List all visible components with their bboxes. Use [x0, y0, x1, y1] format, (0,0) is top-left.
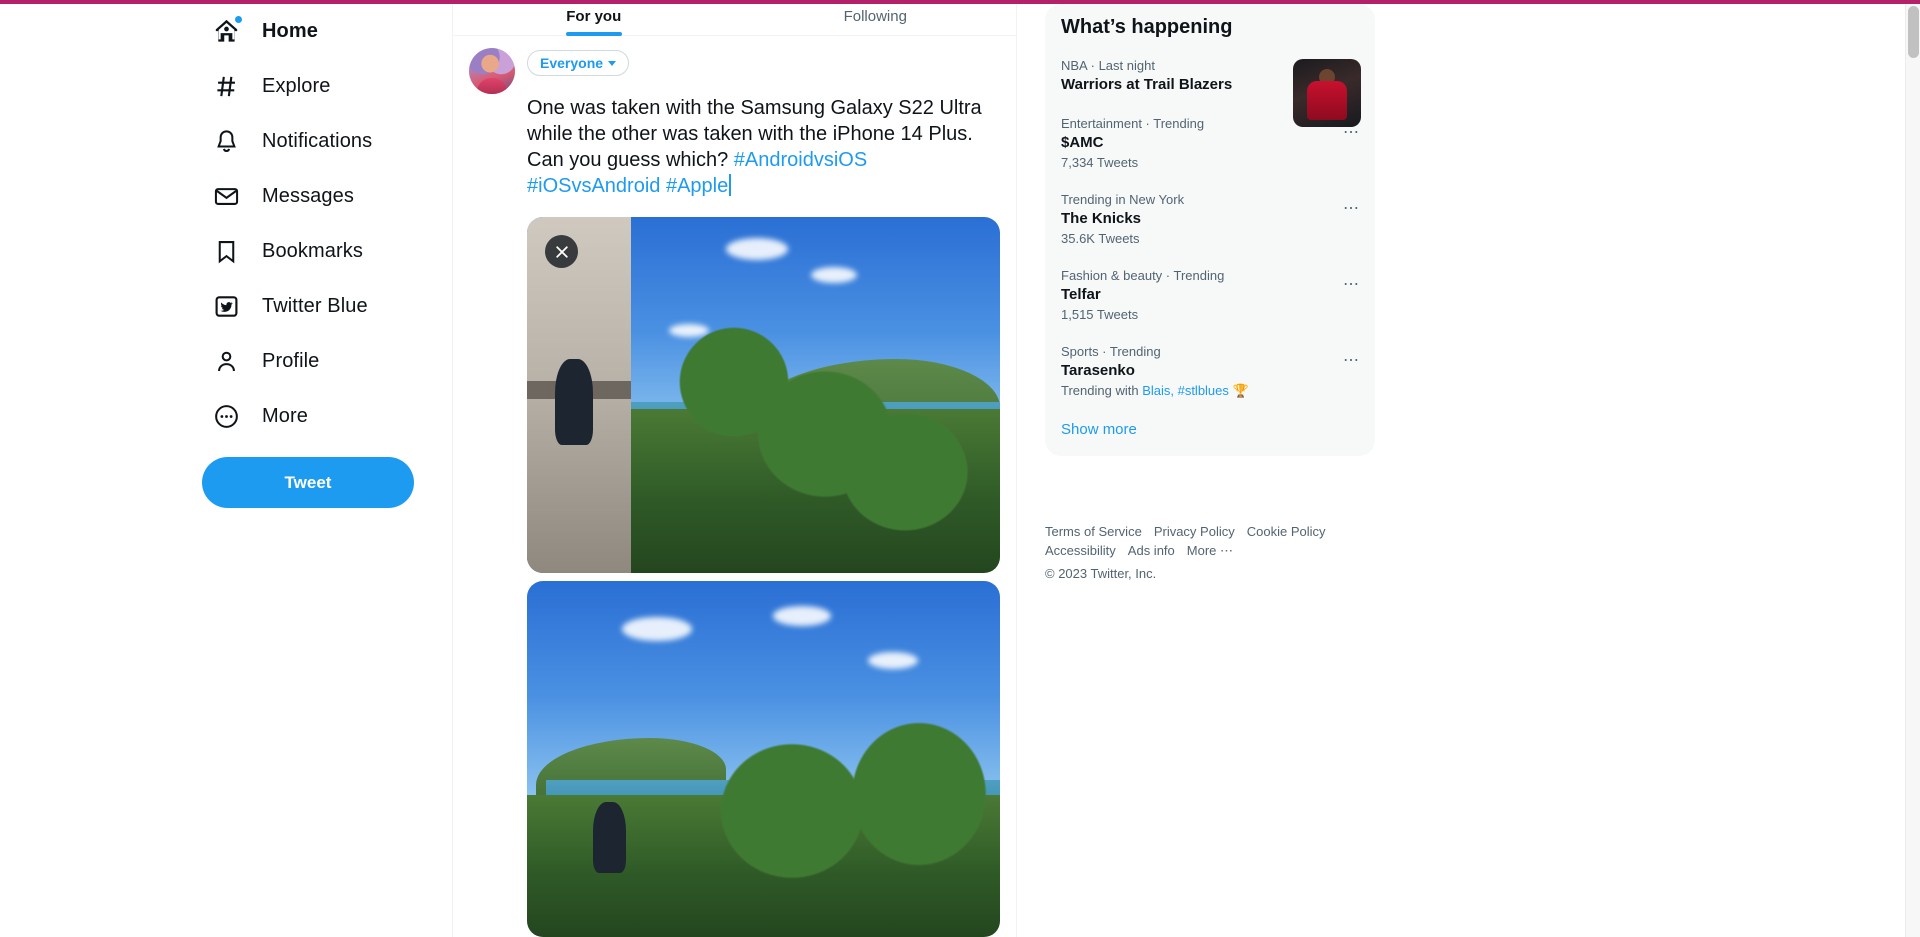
- more-circle-icon: [210, 401, 242, 433]
- whats-happening-title: What’s happening: [1061, 16, 1233, 38]
- home-icon: [210, 14, 243, 48]
- sidebar-item-label-more: More: [262, 405, 308, 427]
- right-sidebar: What’s happening NBA · Last night Warrio…: [1017, 4, 1920, 937]
- trend-category: Sports · Trending: [1061, 344, 1161, 359]
- footer-link-accessibility[interactable]: Accessibility: [1045, 541, 1116, 560]
- tweet-text-input[interactable]: One was taken with the Samsung Galaxy S2…: [527, 95, 1000, 199]
- media-item-1[interactable]: [527, 217, 1000, 573]
- composer-media: [527, 217, 1000, 937]
- trend-count: 35.6K Tweets: [1061, 231, 1140, 246]
- timeline-tabs: For you Following: [453, 4, 1016, 36]
- trend-item-amc[interactable]: Entertainment · Trending $AMC 7,334 Twee…: [1045, 105, 1375, 181]
- timeline-column: For you Following Everyone One was taken…: [452, 4, 1017, 937]
- chevron-down-icon: [608, 60, 617, 66]
- footer: Terms of Service Privacy Policy Cookie P…: [1045, 522, 1385, 583]
- remove-media-button[interactable]: [545, 235, 578, 268]
- page-scrollbar-track[interactable]: [1905, 4, 1920, 937]
- trend-item-warriors[interactable]: NBA · Last night Warriors at Trail Blaze…: [1045, 47, 1375, 127]
- bell-icon: [210, 126, 242, 158]
- sidebar-item-explore[interactable]: Explore: [200, 59, 345, 114]
- sidebar-item-bookmarks[interactable]: Bookmarks: [200, 224, 377, 279]
- twitter-blue-icon: [210, 291, 242, 323]
- media-item-2[interactable]: [527, 581, 1000, 937]
- footer-links-row-2: Accessibility Ads info More ⋯: [1045, 541, 1385, 560]
- sidebar-item-label-home: Home: [262, 20, 318, 42]
- tab-for-you[interactable]: For you: [453, 4, 735, 36]
- hashtag-iosvsandroid[interactable]: #iOSvsAndroid: [527, 175, 660, 197]
- tweet-button[interactable]: Tweet: [202, 457, 414, 508]
- whats-happening-card: What’s happening NBA · Last night Warrio…: [1045, 4, 1375, 456]
- page-scrollbar-thumb[interactable]: [1908, 6, 1919, 58]
- trending-with-links[interactable]: Blais, #stlblues: [1142, 383, 1229, 398]
- sidebar-item-more[interactable]: More: [200, 389, 322, 444]
- more-options-icon[interactable]: ⋯: [1337, 195, 1365, 223]
- footer-link-cookie[interactable]: Cookie Policy: [1247, 522, 1326, 541]
- trend-name: The Knicks: [1061, 210, 1142, 227]
- trending-with: Trending with Blais, #stlblues 🏆: [1061, 382, 1335, 399]
- more-options-icon[interactable]: ⋯: [1337, 347, 1365, 375]
- trend-count: 1,515 Tweets: [1061, 307, 1139, 322]
- more-options-icon[interactable]: ⋯: [1337, 119, 1365, 147]
- sidebar-item-messages[interactable]: Messages: [200, 169, 368, 224]
- trend-name: $AMC: [1061, 134, 1104, 151]
- more-options-icon[interactable]: ⋯: [1337, 271, 1365, 299]
- close-icon: [555, 245, 568, 258]
- trend-item-knicks[interactable]: Trending in New York The Knicks 35.6K Tw…: [1045, 181, 1375, 257]
- media-photo-2: [527, 581, 1000, 937]
- trend-item-tarasenko[interactable]: Sports · Trending Tarasenko Trending wit…: [1045, 333, 1375, 409]
- show-more-link[interactable]: Show more: [1045, 409, 1375, 450]
- footer-link-terms[interactable]: Terms of Service: [1045, 522, 1142, 541]
- trend-name: Tarasenko: [1061, 362, 1135, 379]
- sidebar-item-home[interactable]: Home: [200, 4, 332, 59]
- bookmark-icon: [210, 236, 242, 268]
- text-caret: [729, 174, 731, 196]
- trend-name: Warriors at Trail Blazers: [1061, 76, 1233, 93]
- trend-category: Trending in New York: [1061, 192, 1185, 207]
- envelope-icon: [210, 181, 242, 213]
- sidebar-item-label-messages: Messages: [262, 185, 354, 207]
- tab-active-indicator: [565, 32, 622, 36]
- trend-count: 7,334 Tweets: [1061, 155, 1139, 170]
- trend-name: Telfar: [1061, 286, 1101, 303]
- footer-link-more[interactable]: More ⋯: [1187, 541, 1233, 560]
- tab-label-for-you: For you: [566, 8, 622, 25]
- hashtag-apple[interactable]: #Apple: [666, 175, 728, 197]
- composer-body: Everyone One was taken with the Samsung …: [527, 48, 1000, 937]
- trend-category: Entertainment · Trending: [1061, 116, 1205, 131]
- audience-selector[interactable]: Everyone: [527, 50, 630, 76]
- sidebar-item-profile[interactable]: Profile: [200, 334, 333, 389]
- sidebar-item-label-bookmarks: Bookmarks: [262, 240, 363, 262]
- sidebar-item-twitter-blue[interactable]: Twitter Blue: [200, 279, 382, 334]
- hashtag-androidvsios[interactable]: #AndroidvsiOS: [734, 149, 867, 171]
- sidebar-item-label-notifications: Notifications: [262, 130, 373, 152]
- sidebar-item-label-twitter-blue: Twitter Blue: [262, 295, 368, 317]
- browser-viewport: Home Explore Notifications Messages Book…: [0, 0, 1920, 937]
- media-photo-1: [527, 217, 1000, 573]
- trending-with-prefix: Trending with: [1061, 383, 1139, 398]
- sidebar-item-label-profile: Profile: [262, 350, 320, 372]
- tab-label-following: Following: [843, 8, 907, 25]
- trophy-icon: 🏆: [1232, 383, 1249, 398]
- hashtag-icon: [210, 71, 242, 103]
- home-notification-badge: [234, 14, 243, 24]
- person-icon: [210, 346, 242, 378]
- tab-following[interactable]: Following: [735, 4, 1017, 35]
- trend-category: Fashion & beauty · Trending: [1061, 268, 1225, 283]
- footer-links-row-1: Terms of Service Privacy Policy Cookie P…: [1045, 522, 1385, 541]
- tweet-composer: Everyone One was taken with the Samsung …: [453, 36, 1016, 937]
- audience-label: Everyone: [540, 55, 604, 71]
- footer-link-privacy[interactable]: Privacy Policy: [1154, 522, 1235, 541]
- sidebar-item-label-explore: Explore: [262, 75, 331, 97]
- footer-link-ads-info[interactable]: Ads info: [1128, 541, 1175, 560]
- sidebar-item-notifications[interactable]: Notifications: [200, 114, 386, 169]
- primary-navigation: Home Explore Notifications Messages Book…: [200, 4, 452, 444]
- trend-item-telfar[interactable]: Fashion & beauty · Trending Telfar 1,515…: [1045, 257, 1375, 333]
- left-sidebar: Home Explore Notifications Messages Book…: [0, 4, 452, 937]
- avatar[interactable]: [469, 48, 515, 94]
- copyright-text: © 2023 Twitter, Inc.: [1045, 566, 1157, 581]
